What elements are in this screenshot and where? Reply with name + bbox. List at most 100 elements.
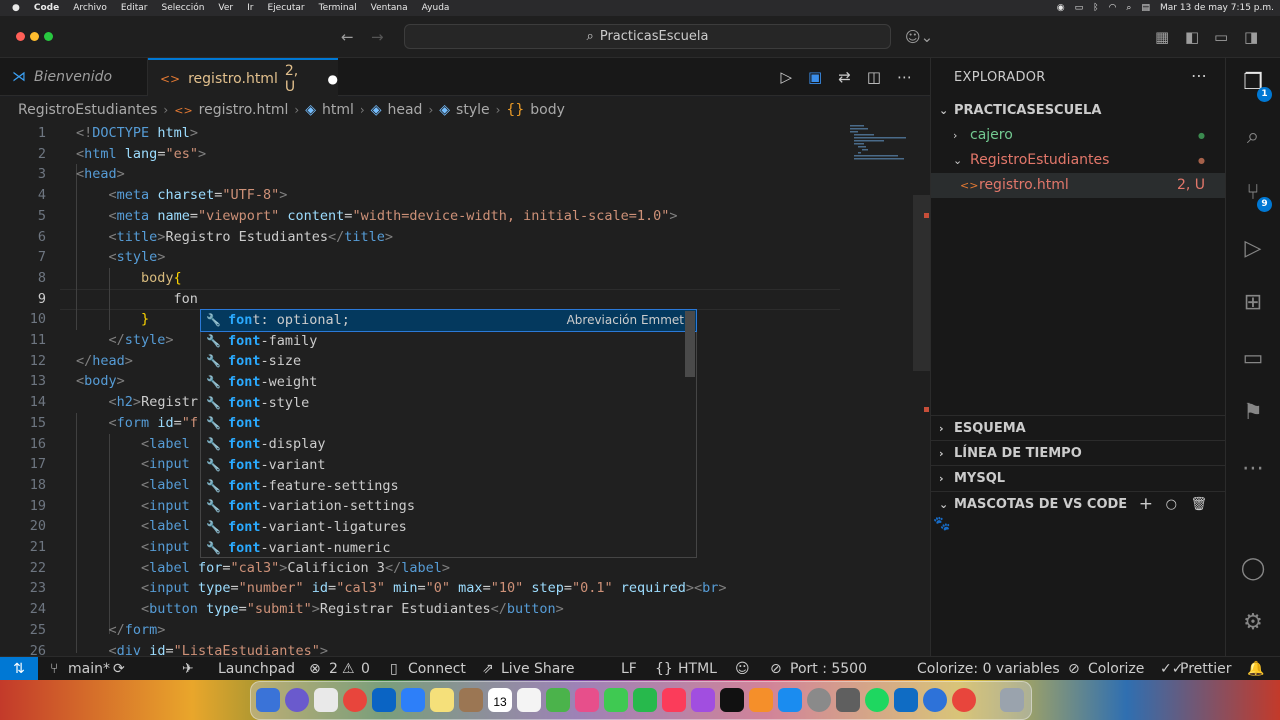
tree-item-cajero[interactable]: › cajero ● [931,123,1225,148]
more-actions-icon[interactable]: ⋯ [897,68,912,86]
more-views-icon[interactable]: ⋯ [1238,456,1268,486]
split-editor-icon[interactable]: ◫ [867,68,881,86]
more-actions-icon[interactable]: ⋯ [1191,66,1207,85]
code-line[interactable]: 23 <input type="number" id="cal3" min="0… [0,578,930,599]
trash-icon[interactable] [1000,688,1024,712]
breadcrumb-head[interactable]: head [387,102,422,118]
warning-count[interactable]: 0 [361,657,370,681]
copilot-icon[interactable]: ☺⌄ [905,28,933,46]
control-center-icon[interactable]: ▤ [1141,3,1150,13]
suggestion-item[interactable]: 🔧 font-variation-settings [201,496,696,517]
suggestion-item[interactable]: 🔧 font-weight [201,372,696,393]
spotify-icon[interactable] [865,688,889,712]
source-control-icon[interactable]: ⑂ 9 [1238,180,1272,212]
music-icon[interactable] [662,688,686,712]
colorize-variables[interactable]: Colorize: 0 variables [917,657,1060,681]
error-count[interactable]: 2 [329,657,338,681]
suggestion-item[interactable]: 🔧 font-display [201,434,696,455]
section-mascotas[interactable]: ⌄ MASCOTAS DE VS CODE + ○ 🗑 [931,491,1225,516]
apple-menu-icon[interactable]: ● [12,3,20,13]
copilot-icon[interactable]: ☺ [735,657,750,681]
suggestion-item[interactable]: 🔧 font-feature-settings [201,476,696,497]
breadcrumb-folder[interactable]: RegistroEstudiantes [18,102,157,118]
suggestion-item[interactable]: 🔧 font: optional; Abreviación Emmet [200,309,697,332]
app-store-icon[interactable] [778,688,802,712]
remote-indicator-icon[interactable]: ⇅ [0,657,38,681]
bluetooth-icon[interactable]: ᛒ [1093,3,1098,13]
live-preview-icon[interactable]: ▣ [808,68,822,86]
toggle-primary-sidebar-icon[interactable]: ◧ [1185,28,1199,46]
remote-explorer-icon[interactable]: ▭ [1238,346,1268,376]
notes-icon[interactable] [430,688,454,712]
live-share[interactable]: Live Share [501,657,574,681]
system-settings-icon[interactable] [807,688,831,712]
compare-icon[interactable]: ⇄ [838,68,851,86]
code-line[interactable]: 2 <html lang="es"> [0,144,930,165]
record-icon[interactable]: ◉ [1057,3,1065,13]
outlook-icon[interactable] [372,688,396,712]
gear-icon[interactable]: ⚙ [1238,610,1268,640]
end-of-line[interactable]: LF [621,657,637,681]
account-icon[interactable]: ◯ [1238,556,1268,586]
suggestion-scrollbar[interactable] [685,311,695,377]
menu-terminal[interactable]: Terminal [319,3,357,13]
contacts-icon[interactable] [459,688,483,712]
code-line[interactable]: 25 </form> [0,620,930,641]
colorize[interactable]: Colorize [1088,657,1144,681]
suggestion-item[interactable]: 🔧 font-variant-numeric [201,538,696,559]
wifi-icon[interactable]: ◠ [1109,3,1117,13]
command-center-search[interactable]: ⌕ PracticasEscuela [404,24,891,49]
suggestion-item[interactable]: 🔧 font-variant-ligatures [201,517,696,538]
calendar-icon[interactable]: 13 [488,688,512,712]
back-arrow-icon[interactable]: ← [341,28,354,46]
battery-icon[interactable]: ▭ [1075,3,1084,13]
breadcrumb-html[interactable]: html [322,102,354,118]
workspace-root[interactable]: ⌄ PRACTICASESCUELA [931,98,1225,123]
code-line[interactable]: 7 <style> [0,247,930,268]
breadcrumb-file[interactable]: registro.html [199,102,289,118]
connect[interactable]: Connect [408,657,466,681]
photos-icon[interactable] [575,688,599,712]
tree-item-registro-html[interactable]: <> registro.html 2, U [931,173,1225,198]
menu-ventana[interactable]: Ventana [371,3,408,13]
suggestion-item[interactable]: 🔧 font-variant [201,455,696,476]
autocomplete-suggestions[interactable]: 🔧 font: optional; Abreviación Emmet 🔧 font-f… [200,309,697,558]
language-mode[interactable]: HTML [678,657,717,681]
section-linea-de-tiempo[interactable]: › LÍNEA DE TIEMPO [931,440,1225,465]
menu-ir[interactable]: Ir [247,3,253,13]
code-line[interactable]: 26 <div id="ListaEstudiantes"> [0,641,930,657]
clock[interactable]: Mar 13 de may 7:15 p.m. [1160,3,1274,13]
vertical-scrollbar[interactable] [913,195,930,371]
browser-icon[interactable] [923,688,947,712]
menu-seleccion[interactable]: Selección [162,3,205,13]
suggestion-item[interactable]: 🔧 font-size [201,351,696,372]
podcasts-icon[interactable] [691,688,715,712]
zoom-window-button[interactable] [44,32,53,41]
search-icon[interactable]: ⌕ [1238,124,1268,154]
forward-arrow-icon[interactable]: → [371,28,384,46]
unsaved-dot-icon[interactable]: ● [328,72,338,86]
tab-bienvenido[interactable]: ⋊ Bienvenido [0,58,148,96]
maps-icon[interactable] [546,688,570,712]
customize-layout-icon[interactable]: ▦ [1155,28,1169,46]
apple-tv-icon[interactable] [720,688,744,712]
toggle-panel-icon[interactable]: ▭ [1214,28,1228,46]
menu-archivo[interactable]: Archivo [73,3,107,13]
minimize-window-button[interactable] [30,32,39,41]
code-line[interactable]: 8 body{ [0,268,930,289]
code-line[interactable]: 24 <button type="submit">Registrar Estud… [0,599,930,620]
run-icon[interactable]: ▷ [781,68,793,86]
suggestion-item[interactable]: 🔧 font [201,413,696,434]
run-debug-icon[interactable]: ▷ [1238,236,1268,266]
extensions-icon[interactable]: ⊞ [1238,290,1268,320]
code-line[interactable]: 1 <!DOCTYPE html> [0,123,930,144]
menu-ayuda[interactable]: Ayuda [422,3,450,13]
breadcrumb-body[interactable]: body [530,102,565,118]
git-branch[interactable]: main* [68,657,110,681]
messages-icon[interactable] [604,688,628,712]
tab-registro-html[interactable]: <> registro.html 2, U ● [148,58,338,97]
vscode-icon[interactable] [894,688,918,712]
launchpad[interactable]: Launchpad [218,657,295,681]
finder-icon[interactable] [256,688,280,712]
code-line[interactable]: 4 <meta charset="UTF-8"> [0,185,930,206]
